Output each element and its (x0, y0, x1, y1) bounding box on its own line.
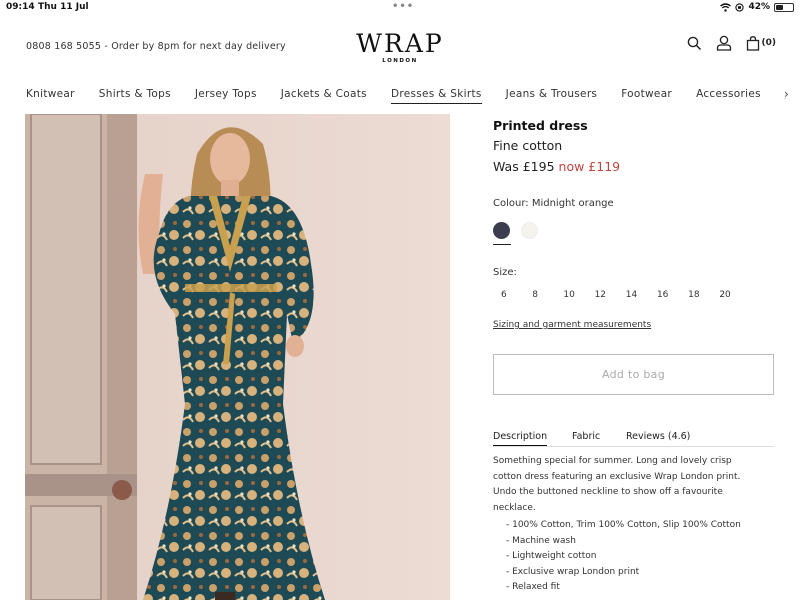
shopping-bag-icon (746, 35, 759, 51)
feature-item: Machine wash (506, 534, 741, 550)
header-icons: (0) (687, 35, 777, 51)
colour-swatch-midnight-orange[interactable] (493, 222, 510, 239)
search-icon[interactable] (687, 36, 702, 51)
feature-item: Lightweight cotton (506, 549, 741, 565)
selected-swatch-indicator (493, 244, 511, 245)
size-option[interactable]: 16 (657, 290, 688, 300)
feature-list: 100% Cotton, Trim 100% Cotton, Slip 100%… (506, 518, 741, 596)
size-selector: 6 8 10 12 14 16 18 20 (501, 290, 751, 300)
sizing-measurements-link[interactable]: Sizing and garment measurements (493, 320, 651, 330)
tab-description[interactable]: Description (493, 431, 548, 446)
site-header: 0808 168 5055 - Order by 8pm for next da… (0, 16, 800, 80)
dress-photo-illustration (25, 114, 450, 600)
delivery-promo: 0808 168 5055 - Order by 8pm for next da… (26, 41, 286, 52)
feature-item: Relaxed fit (506, 580, 741, 596)
size-option[interactable]: 8 (532, 290, 563, 300)
logo-subtitle: LONDON (382, 58, 418, 64)
product-subtitle: Fine cotton (493, 138, 563, 153)
category-nav: Knitwear Shirts & Tops Jersey Tops Jacke… (26, 88, 786, 104)
nav-scroll-right-chevron-icon[interactable]: › (784, 87, 789, 101)
nav-item-jersey-tops[interactable]: Jersey Tops (195, 88, 257, 104)
nav-item-jeans-trousers[interactable]: Jeans & Trousers (506, 88, 598, 104)
add-to-bag-button[interactable]: Add to bag (493, 354, 774, 395)
product-tabs: Description Fabric Reviews (4.6) (493, 431, 774, 447)
was-price: Was £195 (493, 159, 555, 174)
feature-item: Exclusive wrap London print (506, 565, 741, 581)
tab-fabric[interactable]: Fabric (572, 431, 600, 442)
size-option[interactable]: 20 (719, 290, 750, 300)
feature-item: 100% Cotton, Trim 100% Cotton, Slip 100%… (506, 518, 741, 534)
product-image[interactable] (25, 114, 450, 600)
nav-item-footwear[interactable]: Footwear (621, 88, 672, 104)
product-info: Printed dress Fine cotton Was £195 now £… (493, 118, 778, 174)
size-option[interactable]: 6 (501, 290, 532, 300)
nav-item-knitwear[interactable]: Knitwear (26, 88, 75, 104)
bag-count: (0) (761, 38, 777, 48)
nav-item-dresses-skirts[interactable]: Dresses & Skirts (390, 88, 482, 104)
product-price: Was £195 now £119 (493, 159, 778, 174)
battery-icon (774, 2, 794, 12)
bag-button[interactable]: (0) (746, 35, 777, 51)
size-option[interactable]: 10 (563, 290, 594, 300)
product-title: Printed dress (493, 118, 588, 133)
status-bar: 09:14 Thu 11 Jul ••• 42% (0, 0, 800, 16)
wifi-icon (720, 2, 732, 12)
size-option[interactable]: 14 (626, 290, 657, 300)
size-option[interactable]: 12 (595, 290, 626, 300)
tab-reviews[interactable]: Reviews (4.6) (626, 431, 690, 442)
nav-item-accessories[interactable]: Accessories (696, 88, 761, 104)
orientation-lock-icon (735, 2, 745, 12)
battery-percent: 42% (748, 2, 770, 12)
product-description: Something special for summer. Long and l… (493, 456, 741, 513)
sale-price: now £119 (558, 159, 621, 174)
status-time: 09:14 (6, 2, 35, 12)
status-date: Thu 11 Jul (38, 2, 89, 12)
nav-item-jackets-coats[interactable]: Jackets & Coats (281, 88, 367, 104)
size-option[interactable]: 18 (688, 290, 719, 300)
colour-label: Colour: Midnight orange (493, 198, 614, 209)
multitasking-dots-icon[interactable]: ••• (392, 1, 414, 12)
logo-brand: WRAP (356, 29, 444, 58)
colour-swatch-cream[interactable] (521, 222, 538, 239)
size-label: Size: (493, 267, 517, 278)
wrap-london-logo[interactable]: WRAP LONDON (352, 29, 448, 65)
status-indicators: 42% (720, 2, 794, 12)
nav-item-shirts-tops[interactable]: Shirts & Tops (99, 88, 171, 104)
account-icon[interactable] (716, 35, 732, 51)
